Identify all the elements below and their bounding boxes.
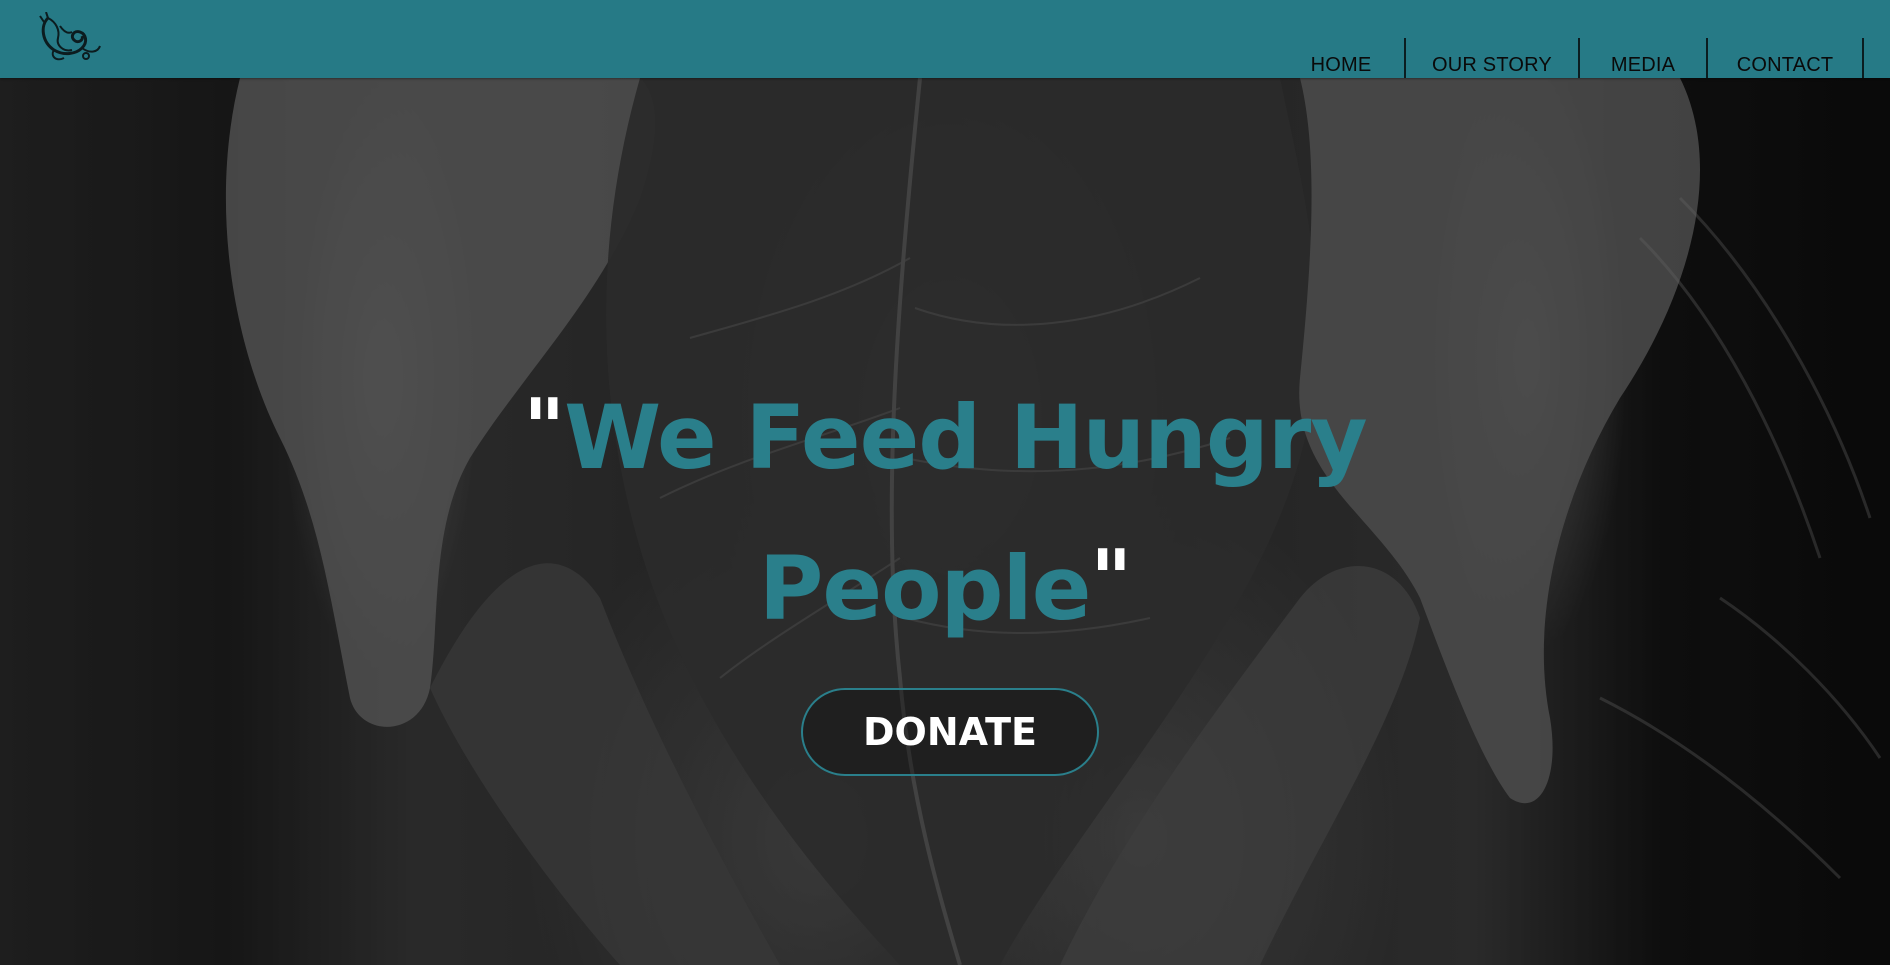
nav-item-contact[interactable]: CONTACT [1708, 38, 1864, 78]
headline-line-1: We Feed Hungry [564, 386, 1367, 489]
donate-button[interactable]: DONATE [801, 688, 1099, 776]
hero-headline: "We Feed Hungry People" [395, 358, 1495, 660]
nav-item-label: HOME [1310, 54, 1372, 76]
landing-page: HOME OUR STORY MEDIA CONTACT "We Feed Hu… [0, 0, 1890, 965]
nav-item-home[interactable]: HOME [1278, 38, 1406, 78]
donate-button-label: DONATE [863, 710, 1037, 754]
nav-item-our-story[interactable]: OUR STORY [1406, 38, 1580, 78]
nav-item-media[interactable]: MEDIA [1580, 38, 1708, 78]
swirl-leaf-logo-icon [39, 11, 101, 61]
close-quote-mark: " [1090, 533, 1132, 626]
nav-item-label: MEDIA [1610, 54, 1676, 76]
nav-item-label: OUR STORY [1432, 54, 1552, 76]
nav-item-label: CONTACT [1736, 54, 1834, 76]
logo-icon[interactable] [38, 11, 104, 64]
hero-section: "We Feed Hungry People" DONATE [0, 78, 1890, 965]
main-nav: HOME OUR STORY MEDIA CONTACT [1278, 38, 1864, 78]
open-quote-mark: " [523, 382, 565, 475]
top-navbar: HOME OUR STORY MEDIA CONTACT [0, 0, 1890, 78]
headline-line-2: People [758, 537, 1091, 640]
